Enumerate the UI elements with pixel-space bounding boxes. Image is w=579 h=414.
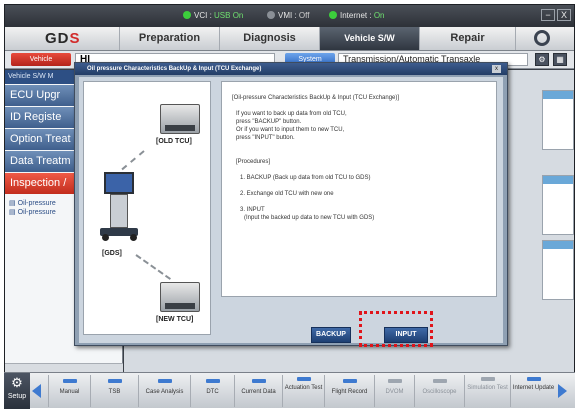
gds-logo: GDS <box>45 30 81 47</box>
toolbar-internet-update[interactable]: Internet Update <box>510 375 556 407</box>
current-data-icon <box>251 379 266 383</box>
setup-label: Setup <box>7 393 27 400</box>
toolbar-flight-record-label: Flight Record <box>331 389 368 395</box>
menu-vehicle-sw-management[interactable]: Vehicle S/W Management <box>319 27 419 66</box>
menu-diagnosis[interactable]: Diagnosis <box>219 27 319 50</box>
toolbar-dtc[interactable]: DTC <box>190 375 234 407</box>
toolbar-scroll-right-icon[interactable] <box>558 384 567 398</box>
dialog-title: Oil pressure Characteristics BackUp & In… <box>75 63 507 75</box>
search-icon[interactable] <box>534 30 550 46</box>
vmi-label: VMI <box>278 11 293 20</box>
toolbar-oscilloscope[interactable]: Oscilloscope <box>414 375 464 407</box>
close-button[interactable]: X <box>557 9 571 21</box>
toolbar-actuation-test-label: Actuation Test <box>284 385 323 391</box>
intro-line-1: If you want to back up data from old TCU… <box>236 111 347 117</box>
toolbar-manual[interactable]: Manual <box>48 375 90 407</box>
setup-button[interactable]: ⚙ Setup <box>4 373 30 409</box>
intro-line-3: Or if you want to input them to new TCU, <box>236 127 345 133</box>
old-tcu-icon <box>160 104 200 134</box>
toolbar-dvom[interactable]: DVOM <box>374 375 414 407</box>
instructions-panel: [Oil-pressure Characteristics BackUp & I… <box>221 81 497 297</box>
vci-status: VCI : USB On <box>183 10 243 22</box>
vmi-indicator-icon <box>267 11 275 19</box>
new-tcu-label: [NEW TCU] <box>156 316 194 323</box>
vmi-value: Off <box>298 11 310 20</box>
dialog-close-button[interactable]: x <box>492 65 501 73</box>
toolbar-case-analysis[interactable]: Case Analysis <box>138 375 190 407</box>
intro-line-2: press "BACKUP" button. <box>236 119 302 125</box>
gear-icon: ⚙ <box>11 375 23 390</box>
vci-value: USB On <box>214 11 244 20</box>
logo-accent: S <box>69 30 81 47</box>
vehicle-settings-icon[interactable]: ⚙ <box>535 53 549 66</box>
vmi-status: VMI : Off <box>267 10 309 22</box>
simulation-test-icon <box>480 377 495 381</box>
input-button-highlight <box>359 311 433 347</box>
bottom-toolbar: ⚙ Setup Manual TSB Case Analysis DTC Cur… <box>4 372 575 409</box>
toolbar-current-data[interactable]: Current Data <box>234 375 282 407</box>
oscilloscope-icon <box>432 379 447 383</box>
side-info-box-1 <box>542 90 574 150</box>
procedure-step-2: 2. Exchange old TCU with new one <box>240 191 334 197</box>
manual-icon <box>62 379 77 383</box>
gds-device-icon <box>96 172 140 242</box>
tcu-exchange-dialog: Oil pressure Characteristics BackUp & In… <box>74 62 508 346</box>
side-info-box-3 <box>542 240 574 300</box>
vci-label: VCI <box>194 11 208 20</box>
procedures-title: [Procedures] <box>236 159 271 165</box>
toolbar-tsb[interactable]: TSB <box>90 375 138 407</box>
toolbar-dtc-label: DTC <box>206 389 219 395</box>
internet-update-icon <box>526 377 541 381</box>
dvom-icon <box>387 379 402 383</box>
toolbar-flight-record[interactable]: Flight Record <box>324 375 374 407</box>
minimize-button[interactable]: − <box>541 9 555 21</box>
procedure-step-1: 1. BACKUP (Back up data from old TCU to … <box>240 175 371 181</box>
old-tcu-label: [OLD TCU] <box>156 138 192 145</box>
case-analysis-icon <box>157 379 172 383</box>
tcu-exchange-illustration: [OLD TCU] [GDS] [NEW TCU] <box>83 81 211 335</box>
vci-indicator-icon <box>183 11 191 19</box>
dialog-body: [OLD TCU] [GDS] [NEW TCU] [Oil-pressure … <box>79 77 503 343</box>
logo-text: GD <box>45 30 70 47</box>
intro-line-4: press "INPUT" button. <box>236 135 295 141</box>
flight-record-icon <box>342 379 357 383</box>
actuation-test-icon <box>296 377 311 381</box>
toolbar-current-data-label: Current Data <box>241 389 276 395</box>
backup-button[interactable]: BACKUP <box>311 327 351 343</box>
gds-label: [GDS] <box>102 250 122 257</box>
procedure-step-3-detail: (Input the backed up data to new TCU wit… <box>244 215 375 221</box>
toolbar-simulation-test-label: Simulation Test <box>467 385 508 391</box>
side-info-box-2 <box>542 175 574 235</box>
toolbar-internet-update-label: Internet Update <box>512 385 555 391</box>
toolbar-case-analysis-label: Case Analysis <box>145 389 184 395</box>
search-menu-cell[interactable] <box>515 27 574 50</box>
internet-indicator-icon <box>329 11 337 19</box>
menu-preparation[interactable]: Preparation <box>119 27 219 50</box>
instructions-heading: [Oil-pressure Characteristics BackUp & I… <box>232 95 400 101</box>
toolbar-tsb-label: TSB <box>108 389 121 395</box>
toolbar-actuation-test[interactable]: Actuation Test <box>282 375 324 407</box>
internet-value: On <box>373 11 385 20</box>
menu-repair[interactable]: Repair <box>419 27 515 50</box>
toolbar-manual-label: Manual <box>59 389 80 395</box>
internet-label: Internet <box>340 11 368 20</box>
toolbar-dvom-label: DVOM <box>385 389 404 395</box>
internet-status: Internet : On <box>329 10 384 22</box>
tsb-icon <box>107 379 122 383</box>
new-tcu-icon <box>160 282 200 312</box>
toolbar-scroll-left-icon[interactable] <box>32 384 41 398</box>
toolbar-oscilloscope-label: Oscilloscope <box>422 389 457 395</box>
vehicle-tag: Vehicle <box>11 53 71 66</box>
vehicle-grid-icon[interactable]: ▦ <box>553 53 567 66</box>
main-menu-bar: GDS Preparation Diagnosis Vehicle S/W Ma… <box>5 27 574 66</box>
procedure-step-3: 3. INPUT <box>240 207 265 213</box>
dtc-icon <box>205 379 220 383</box>
arrow-gds-to-new <box>135 254 171 280</box>
status-bar: VCI : USB On VMI : Off Internet : On − X <box>5 5 574 27</box>
toolbar-simulation-test[interactable]: Simulation Test <box>464 375 510 407</box>
